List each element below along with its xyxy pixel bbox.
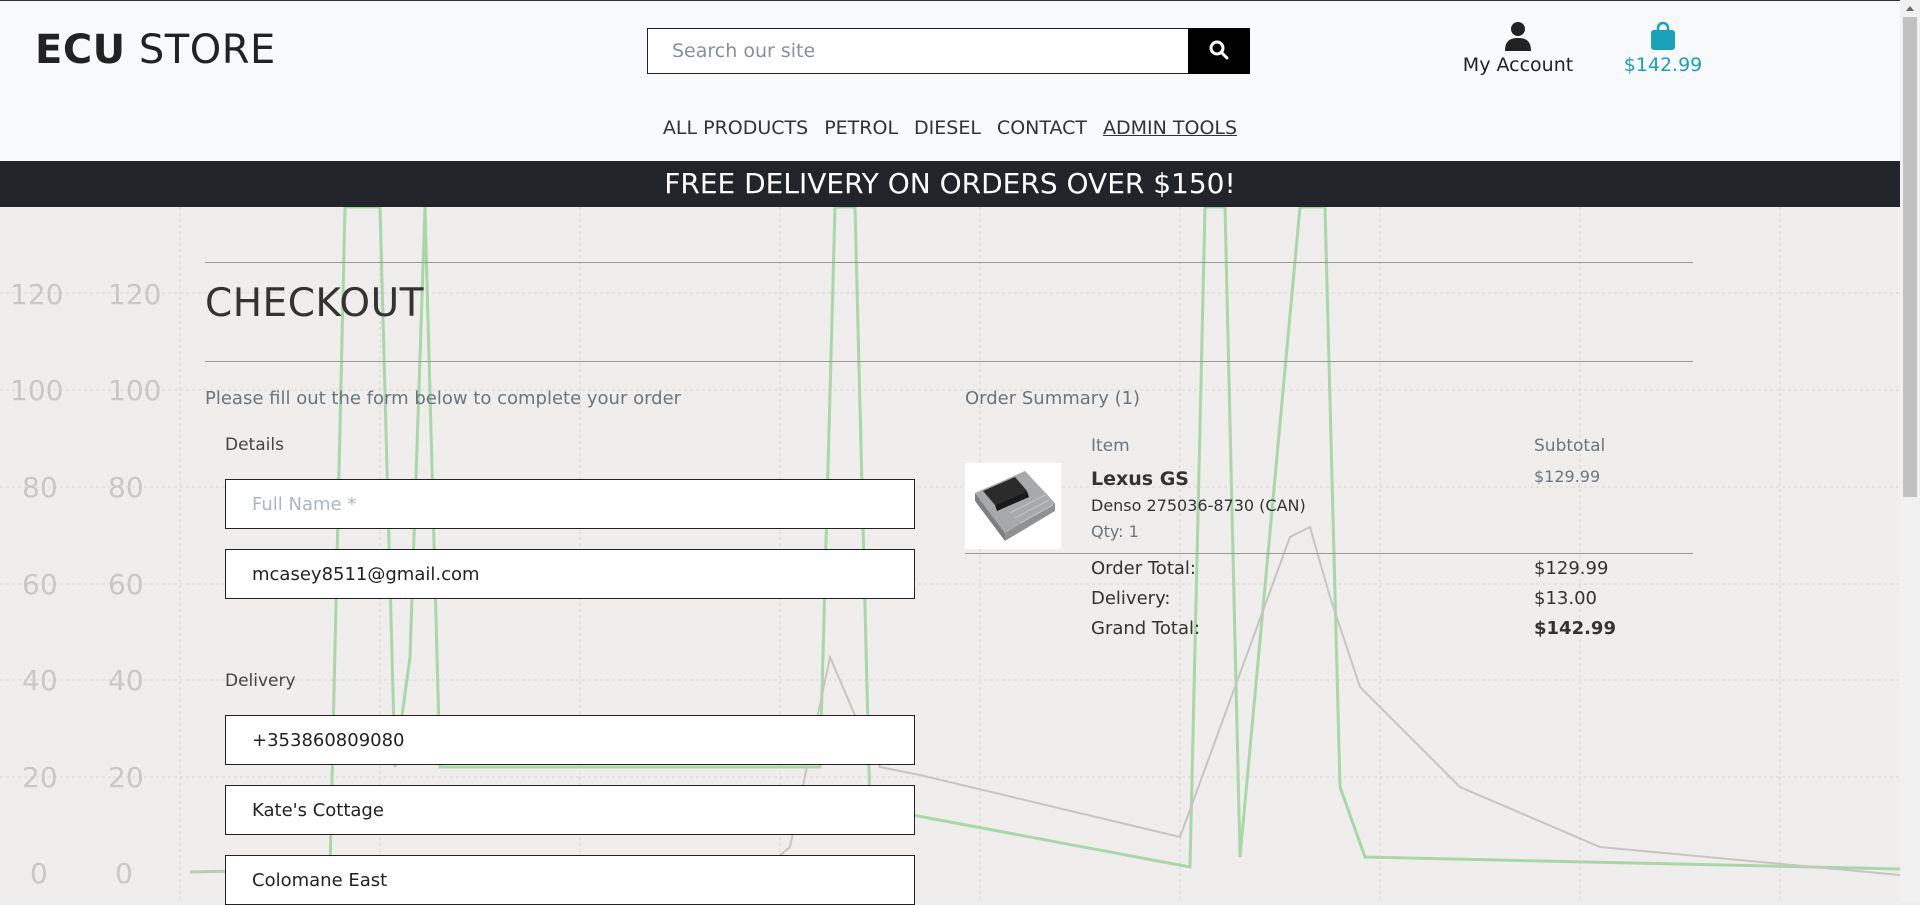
item-column-header: Item [1091,436,1130,456]
site-logo[interactable]: ECU STORE [35,27,276,73]
product-name: Lexus GS [1091,468,1189,490]
my-account-label: My Account [1462,54,1574,76]
bg-tick: 60 [108,568,144,601]
title-divider-bottom [205,361,1693,362]
address-line2-field[interactable] [225,855,915,905]
product-sku: Denso 275036-8730 (CAN) [1091,496,1306,515]
order-total-value: $129.99 [1534,558,1609,579]
product-thumbnail[interactable] [965,463,1061,549]
cart-total: $142.99 [1623,54,1703,76]
address-line1-field[interactable] [225,785,915,835]
nav-contact[interactable]: CONTACT [997,117,1087,139]
search-bar [647,28,1250,74]
page-title: CHECKOUT [205,281,424,326]
nav-diesel[interactable]: DIESEL [914,117,981,139]
site-header: ECU STORE My Account $142.99 ALL PRODUCT… [0,0,1900,162]
bg-tick: 20 [22,761,58,794]
order-total-label: Order Total: [1091,558,1196,579]
product-subtotal: $129.99 [1534,467,1601,486]
logo-bold: ECU [35,27,126,73]
nav-admin-tools[interactable]: ADMIN TOOLS [1103,117,1237,139]
details-label: Details [225,435,284,455]
full-name-field[interactable] [225,479,915,529]
title-divider-top [205,262,1693,263]
checkout-instructions: Please fill out the form below to comple… [205,388,682,409]
bg-tick: 80 [22,471,58,504]
grand-total-label: Grand Total: [1091,618,1201,639]
bg-tick: 100 [10,374,63,407]
bg-tick: 40 [22,664,58,697]
email-field[interactable] [225,549,915,599]
scrollbar-thumb[interactable] [1903,17,1917,497]
main-nav: ALL PRODUCTS PETROL DIESEL CONTACT ADMIN TOO… [0,117,1900,139]
grand-total-value: $142.99 [1534,618,1616,639]
delivery-cost-label: Delivery: [1091,588,1171,609]
bg-tick: 40 [108,664,144,697]
logo-light: STORE [125,27,276,73]
bg-tick: 100 [108,374,161,407]
bg-tick: 60 [22,568,58,601]
delivery-label: Delivery [225,671,296,691]
phone-field[interactable] [225,715,915,765]
nav-petrol[interactable]: PETROL [824,117,898,139]
bg-tick: 0 [115,857,133,890]
my-account-link[interactable]: My Account [1462,21,1574,76]
search-input[interactable] [648,29,1188,73]
chevron-up-icon [1906,6,1914,11]
bg-tick: 80 [108,471,144,504]
subtotal-column-header: Subtotal [1534,436,1606,456]
delivery-banner: FREE DELIVERY ON ORDERS OVER $150! [0,161,1900,207]
shopping-bag-icon [1651,21,1675,50]
order-summary-title: Order Summary (1) [965,388,1141,409]
page-scrollbar[interactable] [1900,0,1920,902]
search-icon [1209,40,1229,59]
ecu-image [975,471,1055,541]
product-quantity: Qty: 1 [1091,522,1139,541]
summary-divider [965,553,1693,554]
cart-link[interactable]: $142.99 [1620,21,1706,76]
delivery-cost-value: $13.00 [1534,588,1597,609]
bg-tick: 0 [30,857,48,890]
bg-tick: 120 [10,278,63,311]
nav-all-products[interactable]: ALL PRODUCTS [663,117,808,139]
bg-tick: 20 [108,761,144,794]
scroll-up-arrow[interactable] [1900,0,1920,17]
bg-tick: 120 [108,278,161,311]
user-icon [1505,22,1531,51]
search-button[interactable] [1188,28,1250,74]
